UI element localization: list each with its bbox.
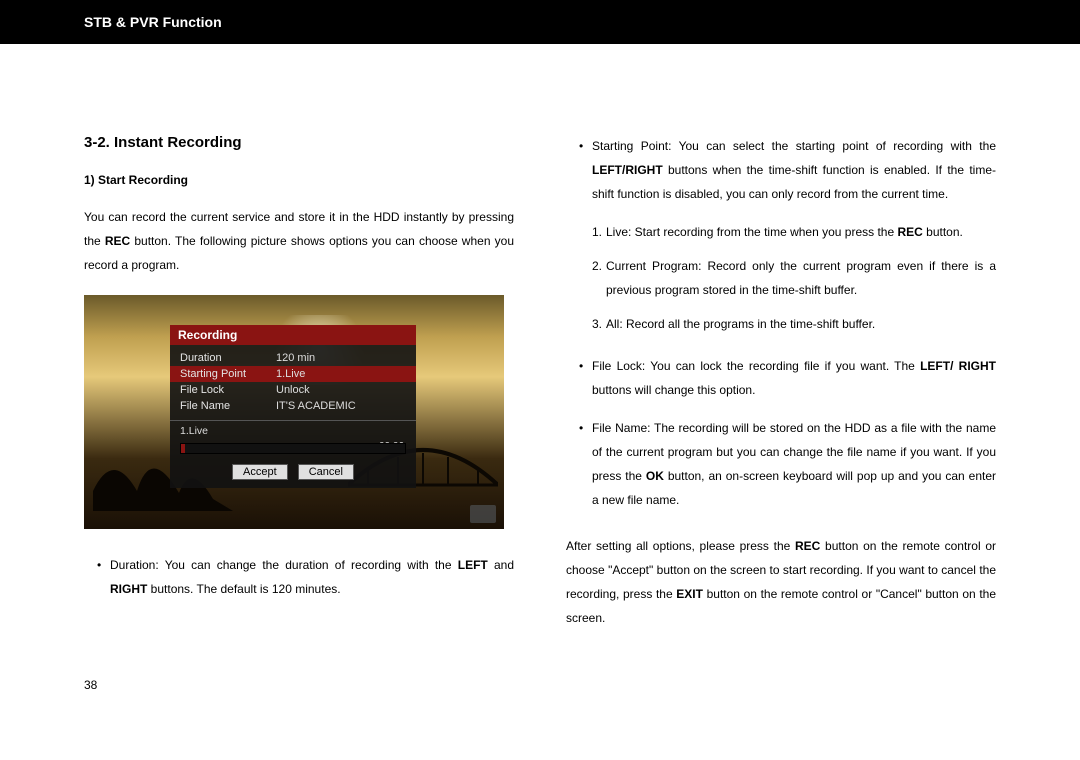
page-number: 38 [0,678,1080,692]
osd-title: Recording [170,325,416,345]
intro-post: button. The following picture shows opti… [84,234,514,272]
sub-title-start-recording: 1) Start Recording [84,173,514,187]
osd-progress-wrap: 00:06 [170,443,416,454]
osd-row-file-name[interactable]: File Name IT'S ACADEMIC [180,398,406,414]
duration-right-bold: RIGHT [110,582,147,596]
intro-rec-bold: REC [105,234,130,248]
osd-progress-bar[interactable] [180,443,406,454]
n2-text: Current Program: Record only the current… [606,259,996,297]
intro-paragraph: You can record the current service and s… [84,205,514,277]
fn-ok-bold: OK [646,469,664,483]
n3-text: All: Record all the programs in the time… [606,317,875,331]
fl-pre: File Lock: You can lock the recording fi… [592,359,920,373]
duration-left-bold: LEFT [458,558,488,572]
bullet-file-name: File Name: The recording will be stored … [566,416,996,512]
duration-mid: and [488,558,514,572]
osd-value: 1.Live [276,368,305,380]
channel-watermark [470,505,496,523]
cancel-button[interactable]: Cancel [298,464,354,480]
page-body: 3-2. Instant Recording 1) Start Recordin… [0,44,1080,678]
sp-bold: LEFT/RIGHT [592,163,663,177]
osd-button-row: Accept Cancel [180,464,406,480]
bullet-file-lock: File Lock: You can lock the recording fi… [566,354,996,402]
duration-post: buttons. The default is 120 minutes. [147,582,340,596]
right-column: Starting Point: You can select the start… [566,134,996,648]
header-title: STB & PVR Function [84,14,222,30]
fl-post: buttons will change this option. [592,383,755,397]
osd-row-file-lock[interactable]: File Lock Unlock [180,382,406,398]
n1-post: button. [923,225,963,239]
fl-bold: LEFT/ RIGHT [920,359,996,373]
recording-screenshot: Recording Duration 120 min Starting Poin… [84,295,504,529]
osd-value: Unlock [276,384,310,396]
accept-button[interactable]: Accept [232,464,288,480]
n1-pre: Live: Start recording from the time when… [606,225,897,239]
osd-value: 120 min [276,352,315,364]
closing-1: After setting all options, please press … [566,539,795,553]
osd-body: Duration 120 min Starting Point 1.Live F… [170,345,416,488]
closing-rec-bold: REC [795,539,820,553]
duration-pre: Duration: You can change the duration of… [110,558,458,572]
osd-row-starting-point[interactable]: Starting Point 1.Live [170,366,416,382]
osd-label: Duration [180,352,276,364]
n1-rec-bold: REC [897,225,922,239]
numbered-all: 3. All: Record all the programs in the t… [566,312,996,336]
closing-exit-bold: EXIT [676,587,703,601]
num-3: 3. [592,312,602,336]
osd-status-line: 1.Live [170,420,416,437]
numbered-live: 1. Live: Start recording from the time w… [566,220,996,244]
sp-pre: Starting Point: You can select the start… [592,139,996,153]
recording-osd-dialog: Recording Duration 120 min Starting Poin… [170,325,416,488]
section-title: 3-2. Instant Recording [84,134,514,151]
num-2: 2. [592,254,602,278]
numbered-current-program: 2. Current Program: Record only the curr… [566,254,996,302]
osd-label: File Name [180,400,276,412]
left-column: 3-2. Instant Recording 1) Start Recordin… [84,134,514,648]
osd-progress-fill [181,444,185,453]
osd-value: IT'S ACADEMIC [276,400,356,412]
osd-label: Starting Point [180,368,276,380]
bullet-duration: Duration: You can change the duration of… [84,553,514,601]
header-bar: STB & PVR Function [0,0,1080,44]
osd-row-duration[interactable]: Duration 120 min [180,350,406,366]
bullet-starting-point: Starting Point: You can select the start… [566,134,996,206]
num-1: 1. [592,220,602,244]
osd-label: File Lock [180,384,276,396]
closing-paragraph: After setting all options, please press … [566,534,996,630]
